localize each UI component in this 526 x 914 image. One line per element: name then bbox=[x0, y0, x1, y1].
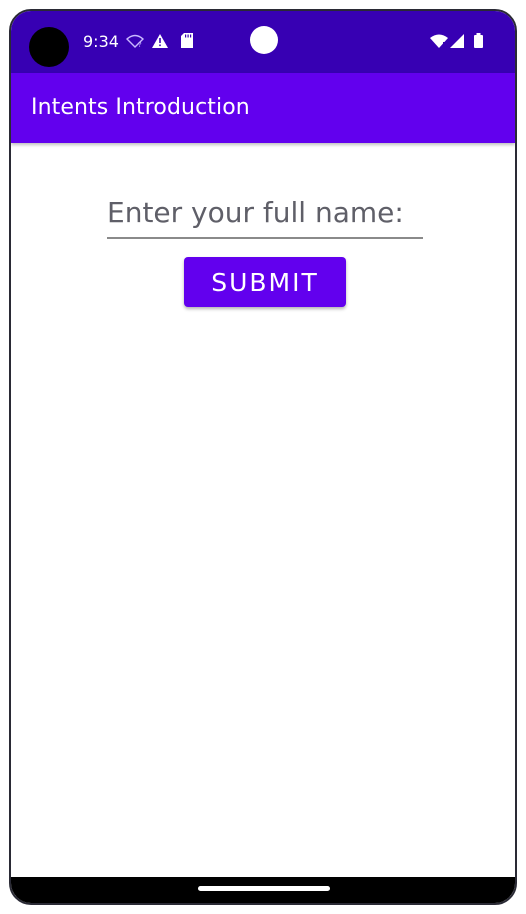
submit-button[interactable]: SUBMIT bbox=[184, 257, 346, 307]
camera-cutout bbox=[29, 27, 69, 67]
svg-text:?: ? bbox=[138, 41, 142, 48]
wifi-signal-icon bbox=[430, 33, 448, 52]
full-name-input[interactable] bbox=[107, 191, 423, 239]
status-time: 9:34 bbox=[83, 32, 119, 51]
app-bar: Intents Introduction bbox=[11, 73, 515, 143]
warning-icon bbox=[152, 33, 168, 52]
cell-signal-icon bbox=[450, 33, 464, 52]
main-content: SUBMIT bbox=[11, 143, 515, 877]
battery-icon bbox=[474, 33, 483, 52]
home-gesture-handle[interactable] bbox=[198, 886, 330, 891]
sd-card-icon bbox=[181, 33, 193, 52]
front-camera-dot bbox=[250, 26, 278, 54]
app-title: Intents Introduction bbox=[31, 95, 250, 120]
navigation-bar bbox=[11, 877, 515, 903]
status-bar: 9:34 ? bbox=[11, 11, 515, 73]
phone-frame: 9:34 ? Intents Introduction Enter your f… bbox=[9, 9, 517, 905]
wifi-question-icon: ? bbox=[125, 33, 145, 52]
